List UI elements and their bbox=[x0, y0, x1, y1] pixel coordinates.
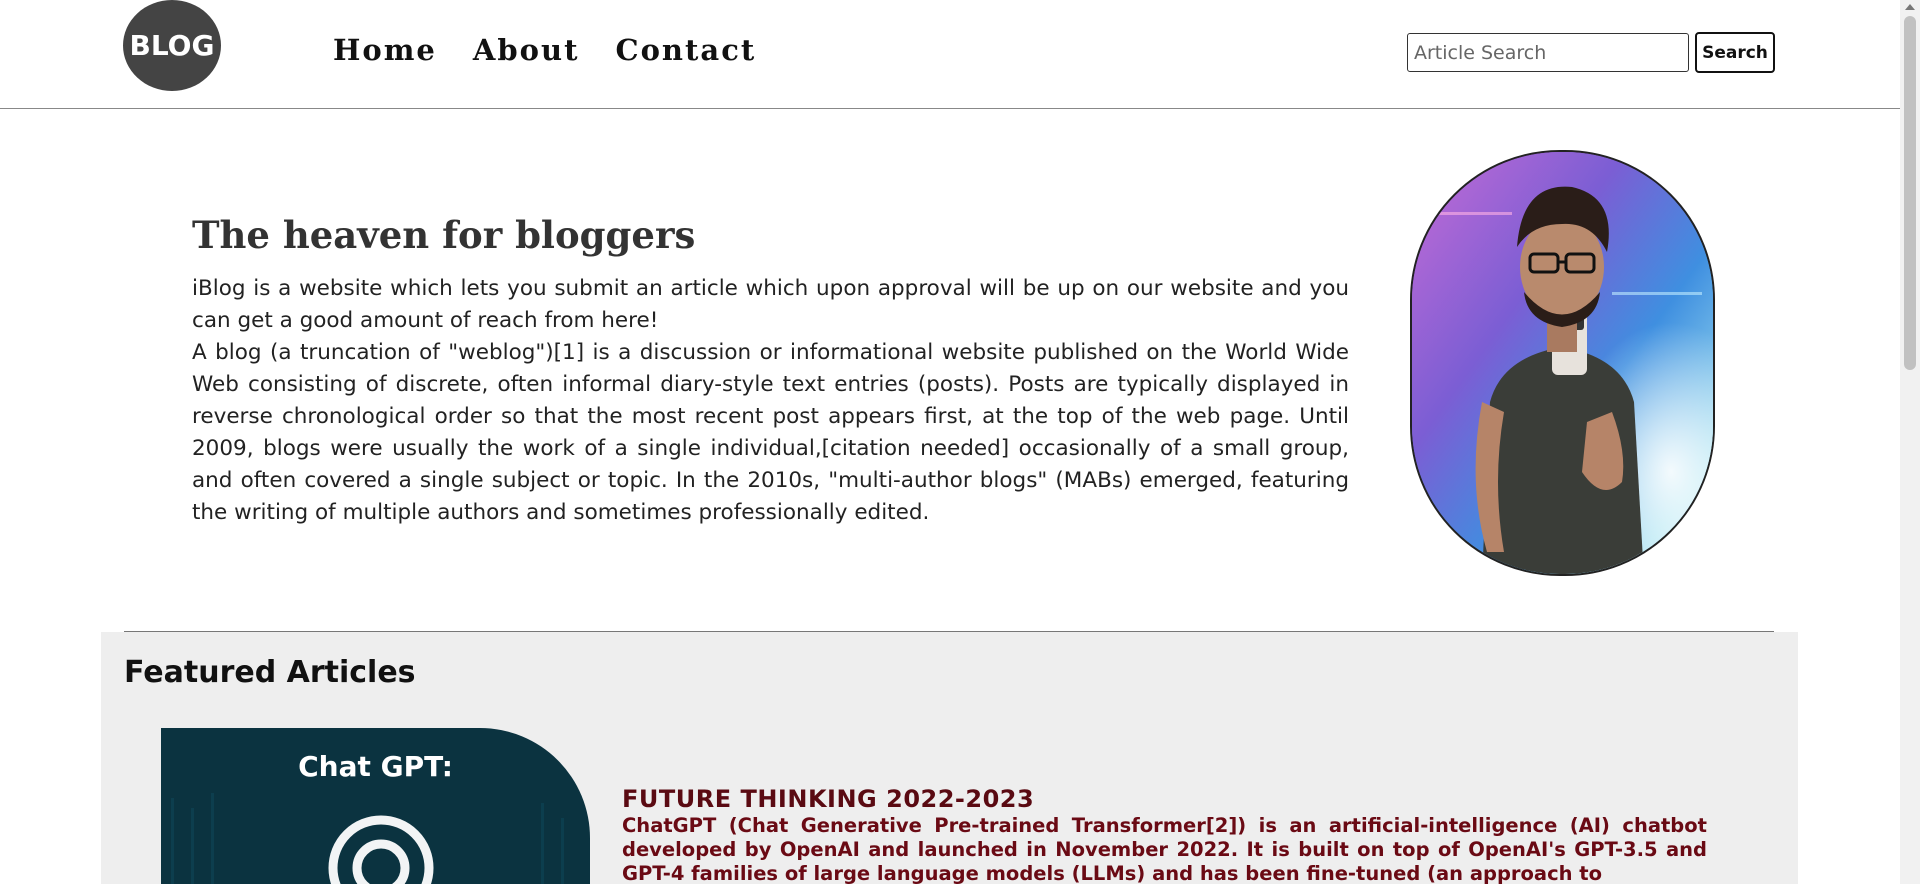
article-search-input[interactable] bbox=[1407, 33, 1689, 72]
openai-logo-icon bbox=[171, 793, 564, 884]
hero-description: iBlog is a website which lets you submit… bbox=[192, 273, 1349, 529]
hero-paragraph-blog-definition: A blog (a truncation of "weblog")[1] is … bbox=[192, 340, 1349, 525]
section-divider bbox=[124, 631, 1774, 632]
article-heading[interactable]: FUTURE THINKING 2022-2023 bbox=[622, 785, 1034, 813]
author-portrait-image bbox=[1410, 150, 1715, 576]
featured-articles-title: Featured Articles bbox=[124, 655, 416, 690]
article-image-chatgpt[interactable]: Chat GPT: bbox=[161, 728, 590, 884]
nav-contact-link[interactable]: Contact bbox=[616, 33, 757, 67]
nav-home-link[interactable]: Home bbox=[333, 33, 437, 67]
search-button[interactable]: Search bbox=[1695, 32, 1775, 73]
nav-about-link[interactable]: About bbox=[473, 33, 580, 67]
scrollbar-thumb[interactable] bbox=[1904, 16, 1916, 370]
article-summary: ChatGPT (Chat Generative Pre-trained Tra… bbox=[622, 814, 1707, 884]
portrait-illustration bbox=[1412, 152, 1713, 574]
site-header: BLOG Home About Contact Search bbox=[0, 0, 1900, 109]
hero-paragraph-intro: iBlog is a website which lets you submit… bbox=[192, 276, 1349, 333]
scroll-up-arrow-icon[interactable] bbox=[1905, 4, 1915, 10]
main-nav: Home About Contact bbox=[333, 33, 756, 67]
blog-logo[interactable]: BLOG bbox=[123, 0, 221, 91]
hero-title: The heaven for bloggers bbox=[192, 213, 696, 257]
